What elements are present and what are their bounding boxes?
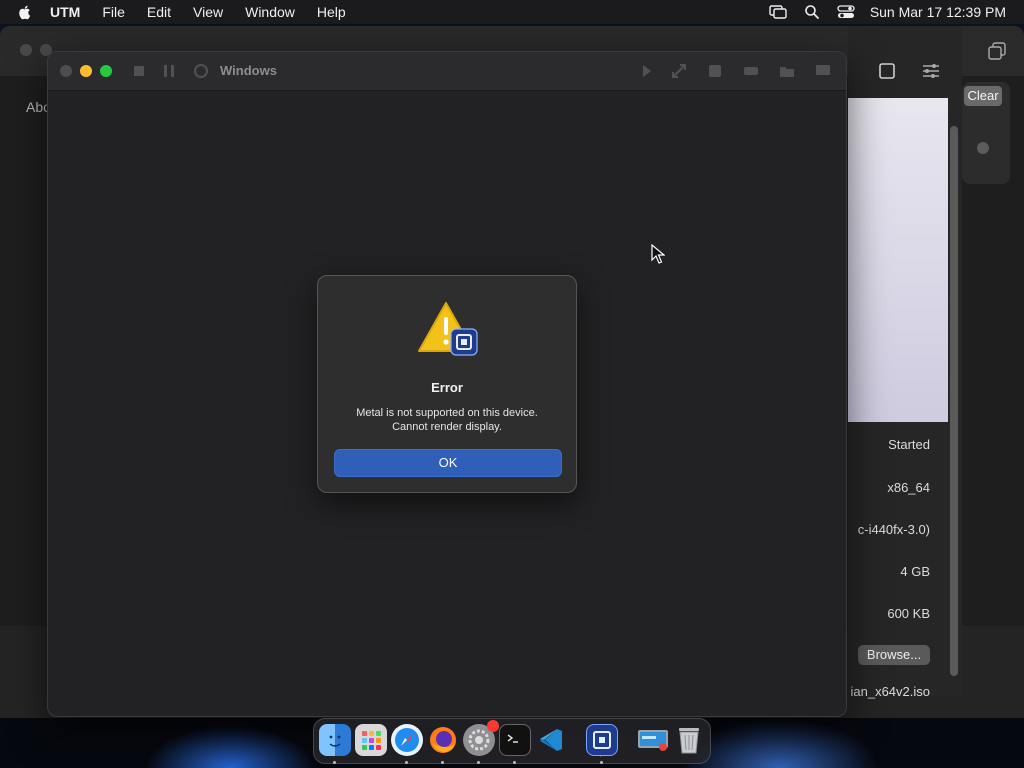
trash-icon[interactable] [673, 724, 705, 756]
resize-icon[interactable] [670, 62, 688, 80]
terminal-icon[interactable] [499, 724, 531, 756]
system-settings-icon[interactable] [463, 720, 499, 756]
dock-running-indicator [333, 761, 336, 764]
drive-icon[interactable] [706, 62, 724, 80]
vm-machine-value: c-i440fx-3.0) [857, 522, 930, 537]
capture-input-icon[interactable] [638, 62, 656, 80]
launchpad-icon[interactable] [355, 724, 387, 756]
vm-window-title: Windows [220, 63, 277, 78]
vm-size-value: 600 KB [887, 606, 930, 621]
ok-button[interactable]: OK [334, 449, 562, 477]
utm-icon[interactable] [586, 724, 618, 756]
clear-button[interactable]: Clear [964, 86, 1002, 106]
vm-details-panel: Started x86_64 c-i440fx-3.0) 4 GB 600 KB… [848, 26, 962, 699]
window-layout-icon[interactable] [878, 62, 896, 80]
notification-badge [487, 720, 499, 732]
spotlight-search-icon[interactable] [802, 4, 822, 20]
restart-icon[interactable] [192, 62, 210, 80]
dock-running-indicator [477, 761, 480, 764]
scrollbar-thumb[interactable] [950, 126, 958, 676]
vm-iso-value: ian_x64v2.iso [850, 684, 931, 699]
vscode-icon[interactable] [535, 724, 567, 756]
menu-window[interactable]: Window [245, 4, 295, 20]
screen-sharing-icon[interactable] [637, 724, 669, 756]
dock-running-indicator [513, 761, 516, 764]
vm-memory-value: 4 GB [900, 564, 930, 579]
error-message-line-1: Metal is not supported on this device. [356, 407, 538, 419]
settings-sliders-icon[interactable] [921, 62, 941, 80]
dock [313, 718, 711, 764]
mouse-cursor-icon [651, 244, 665, 264]
usb-icon[interactable] [742, 62, 760, 80]
apple-icon[interactable] [16, 3, 34, 21]
safari-icon[interactable] [391, 724, 423, 756]
finder-icon[interactable] [319, 724, 351, 756]
warning-icon [418, 302, 478, 356]
window-minimize-button[interactable] [80, 65, 92, 77]
menu-bar: UTM File Edit View Window Help Sun Mar 1… [0, 0, 1024, 24]
error-dialog-title: Error [431, 380, 463, 395]
error-dialog-message: Metal is not supported on this device. C… [318, 406, 576, 434]
duplicate-icon[interactable] [988, 42, 1006, 60]
vm-details-scrollbar[interactable] [950, 126, 958, 676]
menu-help[interactable]: Help [317, 4, 346, 20]
vm-window-titlebar: Windows [48, 52, 846, 91]
menu-view[interactable]: View [193, 4, 223, 20]
main-window-close-button[interactable] [20, 44, 32, 56]
menu-clock[interactable]: Sun Mar 17 12:39 PM [870, 4, 1006, 20]
display-icon[interactable] [814, 62, 832, 80]
window-close-button[interactable] [60, 65, 72, 77]
control-center-icon[interactable] [836, 4, 856, 20]
browse-button[interactable]: Browse... [858, 645, 930, 665]
error-message-line-2: Cannot render display. [392, 421, 502, 433]
shared-folder-icon[interactable] [778, 62, 796, 80]
menu-file[interactable]: File [102, 4, 125, 20]
screen-mirroring-icon[interactable] [768, 4, 788, 20]
firefox-icon[interactable] [427, 724, 459, 756]
menu-edit[interactable]: Edit [147, 4, 171, 20]
menu-app-name[interactable]: UTM [50, 4, 80, 20]
vm-status-value: Started [888, 437, 930, 452]
window-maximize-button[interactable] [100, 65, 112, 77]
dock-running-indicator [600, 761, 603, 764]
vm-architecture-value: x86_64 [887, 480, 930, 495]
dock-running-indicator [405, 761, 408, 764]
dock-running-indicator [441, 761, 444, 764]
stop-icon[interactable] [130, 62, 148, 80]
error-dialog: Error Metal is not supported on this dev… [317, 275, 577, 493]
search-icon[interactable] [977, 142, 989, 154]
vm-preview-screen[interactable] [848, 98, 948, 422]
pause-icon[interactable] [160, 62, 178, 80]
